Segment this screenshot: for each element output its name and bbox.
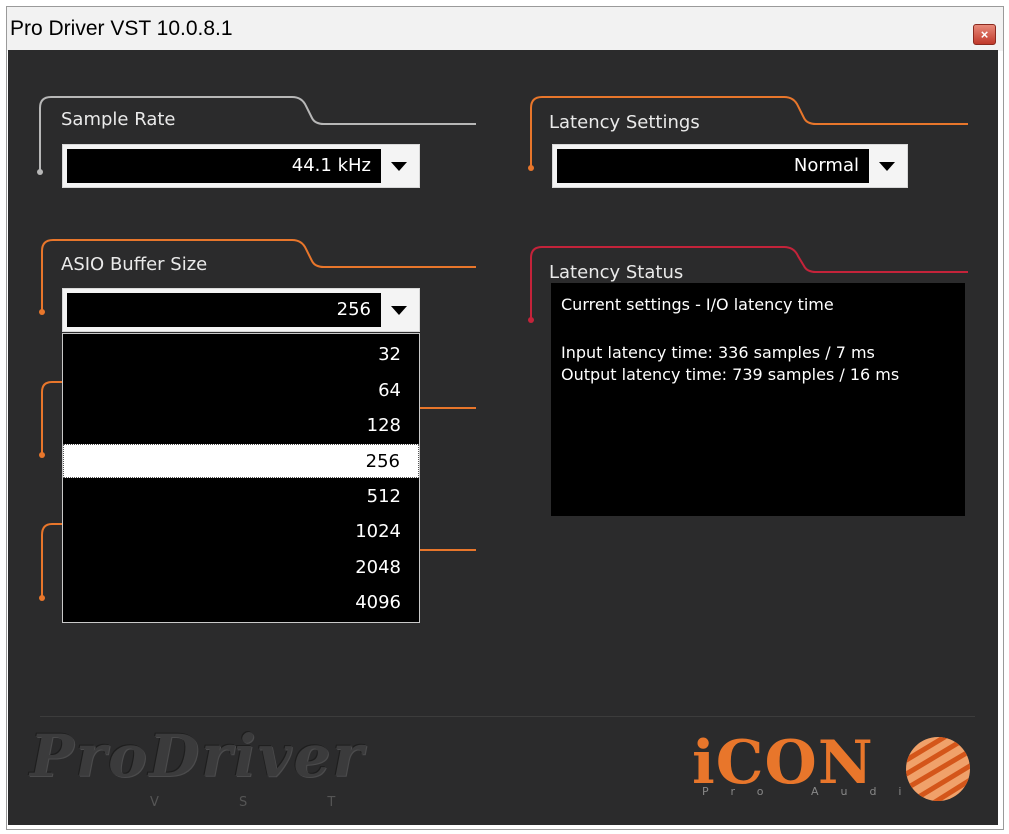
chevron-down-icon[interactable] bbox=[871, 149, 903, 183]
latency-settings-field: Normal bbox=[557, 149, 869, 183]
dropdown-option[interactable]: 512 bbox=[63, 480, 419, 514]
dropdown-option[interactable]: 2048 bbox=[63, 551, 419, 585]
latency-settings-select[interactable]: Normal bbox=[552, 144, 908, 188]
chevron-down-icon[interactable] bbox=[383, 293, 415, 327]
prodriver-logo-sub: V S T bbox=[150, 795, 374, 810]
dropdown-option[interactable]: 64 bbox=[63, 374, 419, 408]
asio-buffer-select[interactable]: 256 bbox=[62, 288, 420, 332]
asio-buffer-field: 256 bbox=[67, 293, 381, 327]
latency-status-box: Current settings - I/O latency time Inpu… bbox=[551, 283, 965, 516]
window-title: Pro Driver VST 10.0.8.1 bbox=[10, 17, 233, 40]
latency-status-header: Current settings - I/O latency time bbox=[561, 295, 834, 314]
dropdown-option-selected[interactable]: 256 bbox=[63, 444, 419, 478]
latency-settings-value: Normal bbox=[793, 155, 859, 176]
output-latency-text: Output latency time: 739 samples / 16 ms bbox=[561, 365, 900, 384]
chevron-down-icon[interactable] bbox=[383, 149, 415, 183]
asio-buffer-label: ASIO Buffer Size bbox=[61, 254, 208, 275]
asio-buffer-value: 256 bbox=[336, 299, 371, 320]
sample-rate-label: Sample Rate bbox=[61, 109, 176, 130]
dropdown-option[interactable]: 32 bbox=[63, 338, 419, 372]
sample-rate-value: 44.1 kHz bbox=[291, 155, 371, 176]
sample-rate-field: 44.1 kHz bbox=[67, 149, 381, 183]
dropdown-option[interactable]: 4096 bbox=[63, 586, 419, 620]
close-icon: × bbox=[980, 27, 989, 42]
asio-buffer-dropdown-list: 32 64 128 256 512 1024 2048 4096 bbox=[62, 333, 420, 623]
dropdown-option[interactable]: 128 bbox=[63, 409, 419, 443]
latency-settings-label: Latency Settings bbox=[549, 112, 700, 133]
icon-logo-sphere bbox=[906, 737, 970, 801]
dropdown-option[interactable]: 1024 bbox=[63, 515, 419, 549]
input-latency-text: Input latency time: 336 samples / 7 ms bbox=[561, 343, 875, 362]
latency-status-label: Latency Status bbox=[549, 262, 684, 283]
footer-divider bbox=[40, 716, 975, 717]
sample-rate-select[interactable]: 44.1 kHz bbox=[62, 144, 420, 188]
prodriver-logo: ProDriver bbox=[30, 722, 365, 790]
title-bar: Pro Driver VST 10.0.8.1 × bbox=[7, 7, 1003, 51]
close-button[interactable]: × bbox=[973, 24, 996, 45]
